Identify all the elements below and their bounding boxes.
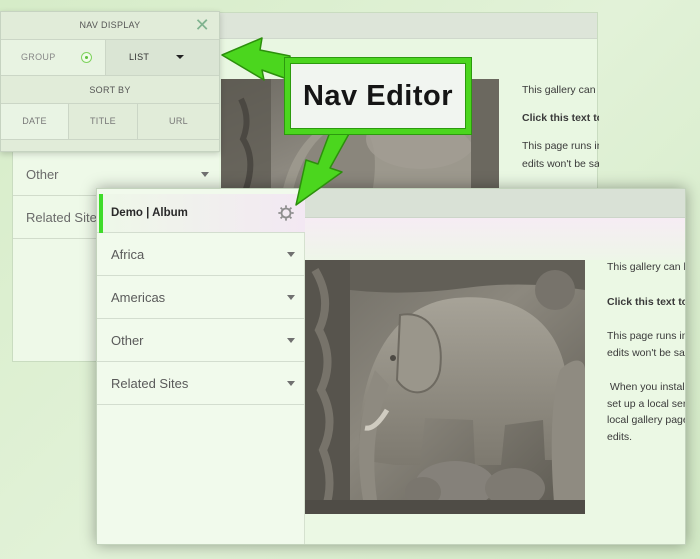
sort-options: DATE TITLE URL	[1, 104, 219, 140]
chevron-down-icon	[287, 252, 295, 257]
chevron-down-icon	[176, 55, 184, 59]
radio-selected-icon[interactable]	[81, 52, 92, 63]
front-sidebar: Demo | Album Africa Americas Other Relat…	[97, 189, 305, 544]
display-mode-select[interactable]: LIST	[105, 40, 219, 75]
nav-display-options: GROUP LIST	[1, 39, 219, 76]
nav-display-heading: NAV DISPLAY	[79, 20, 141, 30]
album-header-accent	[99, 194, 103, 233]
front-header-band	[305, 218, 685, 260]
callout-label: Nav Editor	[302, 80, 454, 112]
nav-editor-callout: Nav Editor	[285, 58, 471, 134]
sidebar-item-africa[interactable]: Africa	[97, 233, 305, 276]
elephant-relief-image	[305, 260, 585, 514]
foreground-gallery-window: This gallery can b Click this text to Th…	[96, 188, 686, 545]
sidebar-item-other[interactable]: Other	[97, 319, 305, 362]
album-header: Demo | Album	[97, 194, 305, 233]
front-top-bar	[305, 189, 685, 218]
front-gallery-photo[interactable]	[305, 260, 585, 514]
sort-url-button[interactable]: URL	[138, 104, 219, 139]
nav-editor-panel: NAV DISPLAY ✕ GROUP LIST SORT BY DATE TI…	[0, 11, 220, 152]
group-label: GROUP	[21, 52, 56, 62]
album-title[interactable]: Demo | Album	[111, 194, 188, 233]
sort-title-button[interactable]: TITLE	[68, 104, 138, 139]
chevron-down-icon	[201, 172, 209, 177]
sidebar-item-related-sites[interactable]: Related Sites	[97, 362, 305, 405]
close-icon[interactable]: ✕	[195, 16, 210, 34]
front-description-text: This gallery can b Click this text to Th…	[607, 261, 686, 443]
back-description-text: This gallery can b Click this text to Th…	[522, 84, 599, 170]
chevron-down-icon	[287, 338, 295, 343]
chevron-down-icon	[287, 295, 295, 300]
sort-by-heading: SORT BY	[1, 77, 219, 104]
group-option[interactable]: GROUP	[1, 40, 105, 75]
sort-date-button[interactable]: DATE	[1, 104, 68, 139]
display-mode-value: LIST	[129, 52, 150, 62]
sidebar-item-americas[interactable]: Americas	[97, 276, 305, 319]
gear-icon[interactable]	[277, 204, 295, 222]
chevron-down-icon	[287, 381, 295, 386]
